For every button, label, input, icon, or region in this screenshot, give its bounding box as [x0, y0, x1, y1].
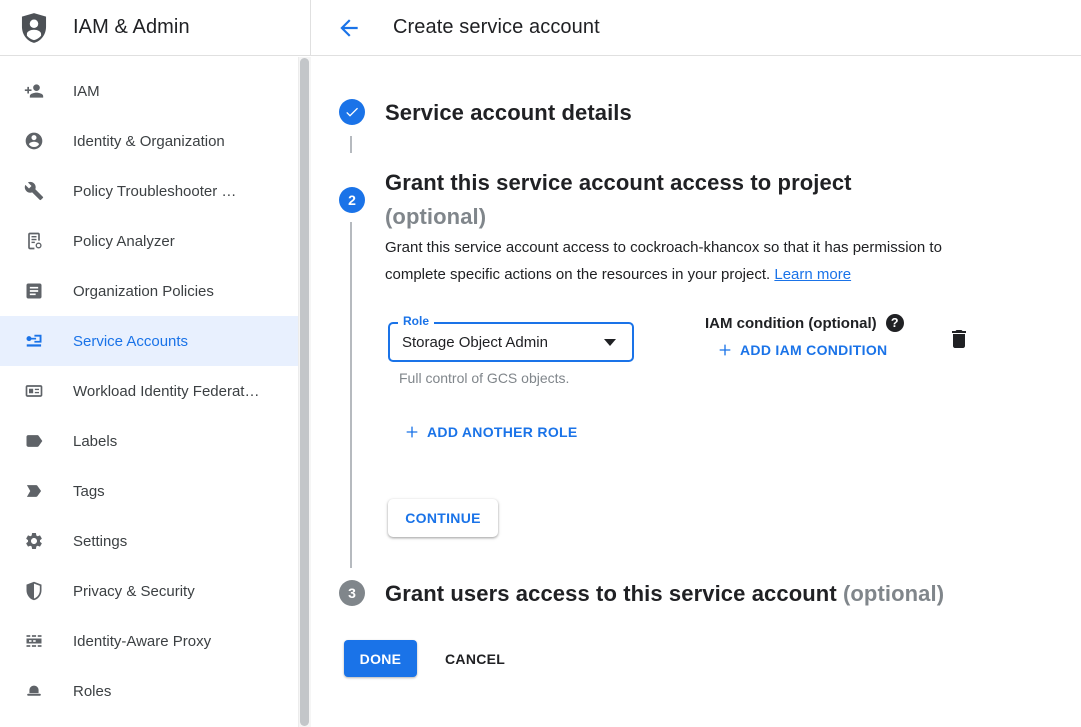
sidebar-item-service-accounts[interactable]: Service Accounts: [0, 316, 298, 366]
product-title: IAM & Admin: [73, 16, 190, 39]
sidebar-item-roles[interactable]: Roles: [0, 666, 298, 716]
add-iam-condition-button[interactable]: ADD IAM CONDITION: [717, 342, 887, 358]
sidebar-item-label: Settings: [73, 533, 127, 550]
stepper-connector: [350, 136, 352, 153]
policy-analyzer-icon: [24, 231, 44, 251]
step3-circle: 3: [339, 580, 365, 606]
help-icon[interactable]: ?: [886, 314, 904, 332]
back-button[interactable]: [336, 15, 362, 41]
add-another-role-button[interactable]: ADD ANOTHER ROLE: [404, 424, 578, 440]
step1-check-circle: [339, 99, 365, 125]
sidebar-item-label: Policy Analyzer: [73, 233, 175, 250]
label-icon: [24, 431, 44, 451]
gear-icon: [24, 531, 44, 551]
sidebar-scrollbar-thumb[interactable]: [300, 58, 309, 726]
article-icon: [24, 281, 44, 301]
plus-icon: [404, 424, 420, 440]
step2-optional-label: (optional): [385, 204, 486, 229]
learn-more-link[interactable]: Learn more: [774, 266, 851, 283]
id-card-icon: [24, 381, 44, 401]
plus-icon: [717, 342, 733, 358]
delete-role-button[interactable]: [947, 326, 971, 352]
done-button[interactable]: DONE: [344, 640, 417, 677]
sidebar-item-label: IAM: [73, 83, 100, 100]
page-header: Create service account: [311, 0, 1081, 56]
sidebar-item-label: Labels: [73, 433, 117, 450]
page-title: Create service account: [393, 16, 600, 39]
step3-number: 3: [348, 585, 356, 601]
dropdown-caret-icon: [604, 339, 616, 346]
trash-icon: [947, 326, 971, 352]
iam-admin-shield-icon: [17, 10, 51, 46]
sidebar-item-policy-troubleshooter[interactable]: Policy Troubleshooter …: [0, 166, 298, 216]
sidebar-item-label: Tags: [73, 483, 105, 500]
wrench-icon: [24, 181, 44, 201]
sidebar-item-workload-identity-federation[interactable]: Workload Identity Federat…: [0, 366, 298, 416]
role-selected-value: Storage Object Admin: [402, 334, 548, 351]
iam-condition-label: IAM condition (optional) ?: [705, 314, 904, 332]
sidebar-item-label: Policy Troubleshooter …: [73, 183, 236, 200]
step1-title: Service account details: [385, 96, 632, 130]
check-icon: [344, 104, 360, 120]
sidebar-item-tags[interactable]: Tags: [0, 466, 298, 516]
sidebar-item-organization-policies[interactable]: Organization Policies: [0, 266, 298, 316]
sidebar-item-settings[interactable]: Settings: [0, 516, 298, 566]
sidebar-item-privacy-security[interactable]: Privacy & Security: [0, 566, 298, 616]
sidebar-item-label: Workload Identity Federat…: [73, 383, 259, 400]
role-helper-text: Full control of GCS objects.: [399, 370, 569, 386]
sidebar-item-policy-analyzer[interactable]: Policy Analyzer: [0, 216, 298, 266]
step2-number: 2: [348, 192, 356, 208]
sidebar-item-labels[interactable]: Labels: [0, 416, 298, 466]
sidebar-item-label: Privacy & Security: [73, 583, 195, 600]
sidebar-header: IAM & Admin: [0, 0, 311, 56]
account-circle-icon: [24, 131, 44, 151]
role-field-label: Role: [398, 314, 434, 328]
step2-description: Grant this service account access to coc…: [385, 235, 979, 288]
proxy-frame-icon: [24, 631, 44, 651]
sidebar-item-label: Identity-Aware Proxy: [73, 633, 211, 650]
step2-title: Grant this service account access to pro…: [385, 166, 852, 234]
stepper-connector: [350, 222, 352, 568]
step3-title: Grant users access to this service accou…: [385, 577, 944, 611]
sidebar-item-label: Organization Policies: [73, 283, 214, 300]
bowler-hat-icon: [24, 681, 44, 701]
service-account-key-icon: [24, 331, 44, 351]
step2-circle: 2: [339, 187, 365, 213]
role-select[interactable]: Storage Object Admin: [388, 322, 634, 362]
sidebar-item-label: Service Accounts: [73, 333, 188, 350]
cancel-button[interactable]: CANCEL: [433, 640, 517, 677]
sidebar-item-identity-organization[interactable]: Identity & Organization: [0, 116, 298, 166]
continue-button[interactable]: CONTINUE: [388, 499, 498, 537]
sidebar-item-identity-aware-proxy[interactable]: Identity-Aware Proxy: [0, 616, 298, 666]
shield-half-icon: [24, 581, 44, 601]
step3-optional-label: (optional): [843, 581, 944, 606]
sidebar: IAM Identity & Organization Policy Troub…: [0, 0, 298, 727]
person-add-icon: [24, 81, 44, 101]
sidebar-item-iam[interactable]: IAM: [0, 66, 298, 116]
sidebar-item-label: Identity & Organization: [73, 133, 225, 150]
sidebar-item-label: Roles: [73, 683, 111, 700]
tag-arrow-icon: [24, 481, 44, 501]
